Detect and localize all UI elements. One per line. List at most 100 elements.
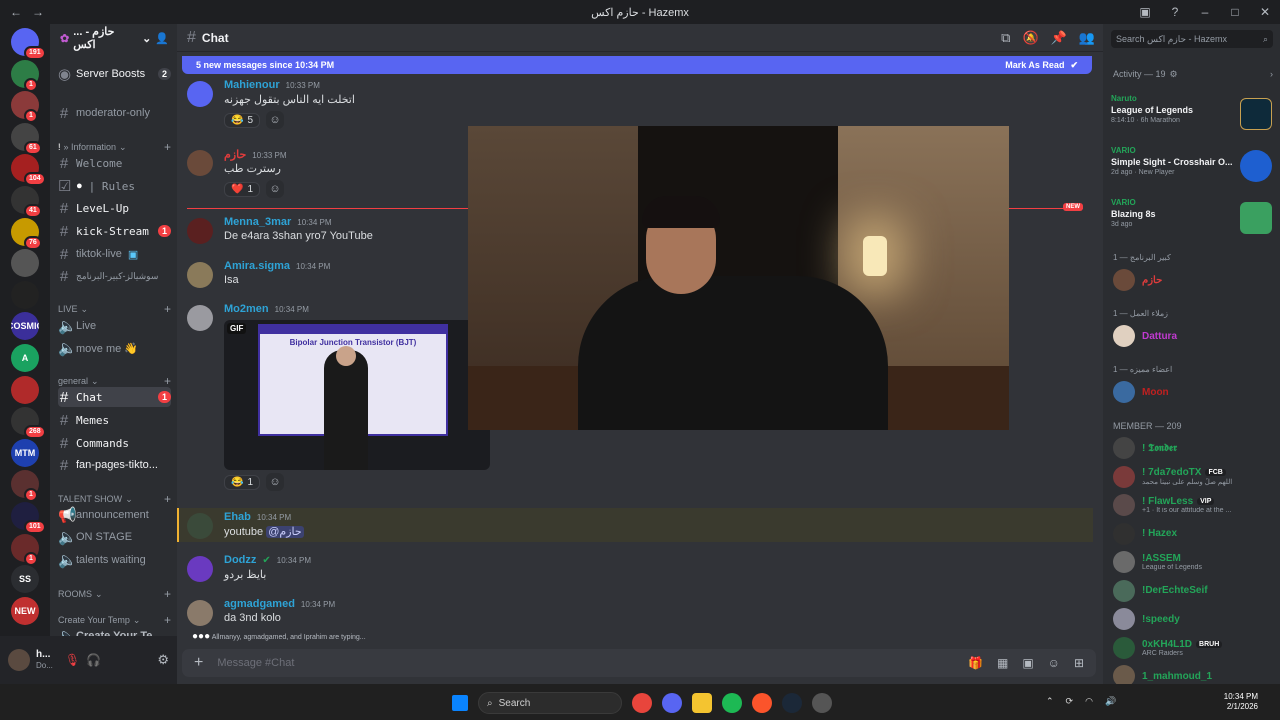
server-icon[interactable] bbox=[11, 249, 39, 278]
channel-kick-stream[interactable]: # kick-Stream 1 bbox=[58, 221, 171, 241]
channel-memes[interactable]: # Memes bbox=[58, 410, 171, 430]
member-item[interactable]: Moon bbox=[1113, 381, 1274, 403]
new-messages-bar[interactable]: 5 new messages since 10:34 PM Mark As Re… bbox=[182, 56, 1092, 74]
reaction-button[interactable]: 😂 5 bbox=[224, 112, 261, 128]
category-rooms[interactable]: ROOMS ⌄ + bbox=[58, 587, 171, 601]
message-input[interactable]: Message #Chat bbox=[217, 657, 294, 669]
server-icon[interactable]: COSMIC bbox=[11, 312, 39, 341]
channel-level-up[interactable]: # LeveL-Up bbox=[58, 198, 171, 218]
server-icon[interactable]: NEW bbox=[11, 596, 39, 625]
channel-welcome[interactable]: # Welcome bbox=[58, 153, 171, 173]
activity-card[interactable]: VARIO Simple Sight - Crosshair O... 2d a… bbox=[1111, 146, 1274, 192]
member-item[interactable]: 0xKH4L1D BRUH ARC Raiders bbox=[1113, 636, 1274, 659]
gear-icon[interactable]: ⚙ bbox=[157, 652, 169, 668]
activity-card[interactable]: VARIO Blazing 8s 3d ago bbox=[1111, 198, 1274, 244]
back-arrow-icon[interactable]: ← bbox=[10, 5, 22, 19]
add-reaction-icon[interactable]: ☺ bbox=[266, 473, 285, 491]
channel-socials[interactable]: # سوشيالز-كبير-البرنامج bbox=[58, 266, 171, 286]
avatar[interactable] bbox=[187, 600, 213, 626]
reaction-button[interactable]: 😂 1 bbox=[224, 474, 261, 490]
category-general[interactable]: general ⌄ + bbox=[58, 374, 171, 388]
headphones-muted-icon[interactable]: 🎧 bbox=[86, 653, 101, 667]
message-author[interactable]: حازم bbox=[224, 148, 246, 161]
mark-as-read-button[interactable]: Mark As Read bbox=[1005, 60, 1064, 70]
member-item[interactable]: ! 7da7edoTX FCB اللهم صلِّ وسلم على نبينا … bbox=[1113, 465, 1274, 488]
avatar[interactable] bbox=[187, 556, 213, 582]
gif-picker-icon[interactable]: ▦ bbox=[997, 656, 1008, 670]
add-channel-icon[interactable]: + bbox=[164, 613, 171, 627]
threads-icon[interactable]: ⧉ bbox=[1001, 30, 1010, 46]
channel-move-me[interactable]: 🔈 move me 👋 bbox=[58, 338, 171, 358]
message-author[interactable]: Mo2men bbox=[224, 303, 269, 315]
spotify-icon[interactable] bbox=[722, 693, 742, 713]
message-author[interactable]: Menna_3mar bbox=[224, 216, 291, 228]
member-item[interactable]: ! Hazex bbox=[1113, 522, 1274, 545]
category-create-temp[interactable]: Create Your Temp ⌄ + bbox=[58, 613, 171, 627]
server-icon[interactable] bbox=[11, 280, 39, 309]
member-item[interactable]: !ASSEM League of Legends bbox=[1113, 551, 1274, 573]
avatar[interactable] bbox=[8, 649, 30, 671]
clock[interactable]: 10:34 PM 2/1/2026 bbox=[1224, 692, 1258, 712]
category-information[interactable]: !» Information ⌄ + bbox=[58, 140, 171, 154]
chevron-up-icon[interactable]: ⌃ bbox=[1046, 696, 1054, 707]
file-explorer-icon[interactable] bbox=[692, 693, 712, 713]
server-icon[interactable]: SS bbox=[11, 565, 39, 594]
add-attachment-icon[interactable]: + bbox=[194, 654, 203, 672]
category-live[interactable]: LIVE ⌄ + bbox=[58, 302, 171, 316]
apps-icon[interactable]: ⊞ bbox=[1074, 656, 1084, 670]
message-author[interactable]: Amira.sigma bbox=[224, 260, 290, 272]
video-overlay[interactable] bbox=[468, 126, 1009, 430]
discord-icon[interactable] bbox=[662, 693, 682, 713]
add-channel-icon[interactable]: + bbox=[164, 302, 171, 316]
channel-tiktok-live[interactable]: # tiktok-live ▣ bbox=[58, 244, 171, 264]
server-icon[interactable]: MTM bbox=[11, 438, 39, 467]
settings-app-icon[interactable] bbox=[812, 693, 832, 713]
help-icon[interactable]: ? bbox=[1160, 5, 1190, 19]
server-icon[interactable] bbox=[11, 375, 39, 404]
steam-icon[interactable] bbox=[782, 693, 802, 713]
forward-arrow-icon[interactable]: → bbox=[32, 5, 44, 19]
message-author[interactable]: Mahienour bbox=[224, 79, 280, 91]
message-author[interactable]: Dodzz bbox=[224, 554, 256, 566]
pin-icon[interactable]: 📌 bbox=[1051, 30, 1067, 46]
add-channel-icon[interactable]: + bbox=[164, 587, 171, 601]
sticker-icon[interactable]: ▣ bbox=[1022, 656, 1033, 670]
user-mention[interactable]: @حازم bbox=[266, 526, 304, 538]
channel-commands[interactable]: # Commands bbox=[58, 433, 171, 453]
activity-card[interactable]: Naruto League of Legends 8:14:10 · 6h Ma… bbox=[1111, 94, 1274, 140]
channel-on-stage[interactable]: 🔈 ON STAGE bbox=[58, 527, 171, 547]
channel-chat[interactable]: # Chat 1 bbox=[58, 387, 171, 407]
message-author[interactable]: agmadgamed bbox=[224, 598, 295, 610]
avatar[interactable] bbox=[187, 150, 213, 176]
avatar[interactable] bbox=[187, 81, 213, 107]
channel-server-boosts[interactable]: ◉ Server Boosts 2 bbox=[58, 64, 171, 84]
add-reaction-icon[interactable]: ☺ bbox=[266, 180, 285, 198]
gift-icon[interactable]: 🎁 bbox=[968, 656, 983, 670]
guild-header[interactable]: ✿ ... - حازم اكس ⌄ 👤 bbox=[50, 24, 177, 52]
inbox-icon[interactable]: ▣ bbox=[1130, 5, 1160, 19]
activity-header[interactable]: Activity — 19 ⚙ › bbox=[1113, 69, 1273, 80]
channel-announcement[interactable]: 📢 announcement bbox=[58, 505, 171, 525]
add-reaction-icon[interactable]: ☺ bbox=[266, 111, 285, 129]
notification-muted-icon[interactable]: 🔕 bbox=[1022, 30, 1038, 46]
member-item[interactable]: ! 𝕿𝖔𝖓𝖉𝖊𝖗 bbox=[1113, 437, 1274, 459]
brave-icon[interactable] bbox=[752, 693, 772, 713]
add-user-icon[interactable]: 👤 bbox=[155, 32, 169, 45]
add-channel-icon[interactable]: + bbox=[164, 374, 171, 388]
avatar[interactable] bbox=[187, 218, 213, 244]
search-input[interactable]: Search حازم اكس - Hazemx ⌕ bbox=[1111, 30, 1273, 48]
volume-icon[interactable]: 🔊 bbox=[1105, 696, 1116, 707]
network-icon[interactable]: ⟳ bbox=[1066, 696, 1074, 707]
channel-moderator-only[interactable]: # moderator-only bbox=[58, 103, 171, 123]
mic-muted-icon[interactable]: 🎙 bbox=[65, 653, 80, 667]
windows-start-icon[interactable] bbox=[452, 695, 468, 711]
close-button[interactable]: ✕ bbox=[1250, 5, 1280, 19]
channel-fan-pages[interactable]: # fan-pages-tikto... bbox=[58, 455, 171, 475]
add-channel-icon[interactable]: + bbox=[164, 492, 171, 506]
channel-rules[interactable]: ☑ ● | Rules bbox=[58, 176, 171, 196]
member-item[interactable]: !speedy bbox=[1113, 608, 1274, 630]
member-item[interactable]: Dattura bbox=[1113, 325, 1274, 347]
reaction-button[interactable]: ❤️ 1 bbox=[224, 181, 261, 197]
gif-embed[interactable]: GIF Bipolar Junction Transistor (BJT) bbox=[224, 320, 490, 470]
emoji-icon[interactable]: ☺ bbox=[1048, 656, 1060, 670]
